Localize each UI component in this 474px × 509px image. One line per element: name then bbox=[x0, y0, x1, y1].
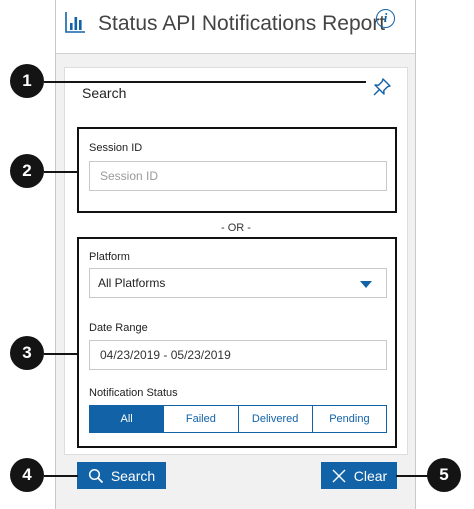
bar-chart-icon bbox=[65, 12, 85, 33]
clear-button[interactable]: Clear bbox=[321, 462, 397, 489]
callout-3-leader bbox=[44, 353, 78, 355]
callout-1-leader bbox=[44, 81, 366, 83]
callout-4-leader bbox=[44, 475, 78, 477]
report-header: Status API Notifications Report i bbox=[56, 0, 415, 54]
session-id-highlight bbox=[77, 127, 397, 213]
x-icon bbox=[332, 469, 346, 482]
callout-2: 2 bbox=[10, 154, 44, 188]
callout-5: 5 bbox=[427, 458, 461, 492]
pin-icon[interactable] bbox=[371, 76, 393, 98]
search-card-title: Search bbox=[82, 85, 127, 101]
callout-3: 3 bbox=[10, 336, 44, 370]
page-title: Status API Notifications Report bbox=[98, 12, 386, 35]
magnifier-icon bbox=[88, 468, 103, 483]
search-button[interactable]: Search bbox=[77, 462, 166, 489]
callout-1: 1 bbox=[10, 64, 44, 98]
callout-4: 4 bbox=[10, 458, 44, 492]
filters-highlight bbox=[77, 237, 397, 448]
callout-5-leader bbox=[396, 475, 430, 477]
search-button-label: Search bbox=[110, 467, 156, 484]
callout-2-leader bbox=[44, 171, 78, 173]
clear-button-label: Clear bbox=[353, 467, 388, 484]
info-icon[interactable]: i bbox=[376, 9, 395, 28]
or-divider: - OR - bbox=[221, 222, 251, 234]
